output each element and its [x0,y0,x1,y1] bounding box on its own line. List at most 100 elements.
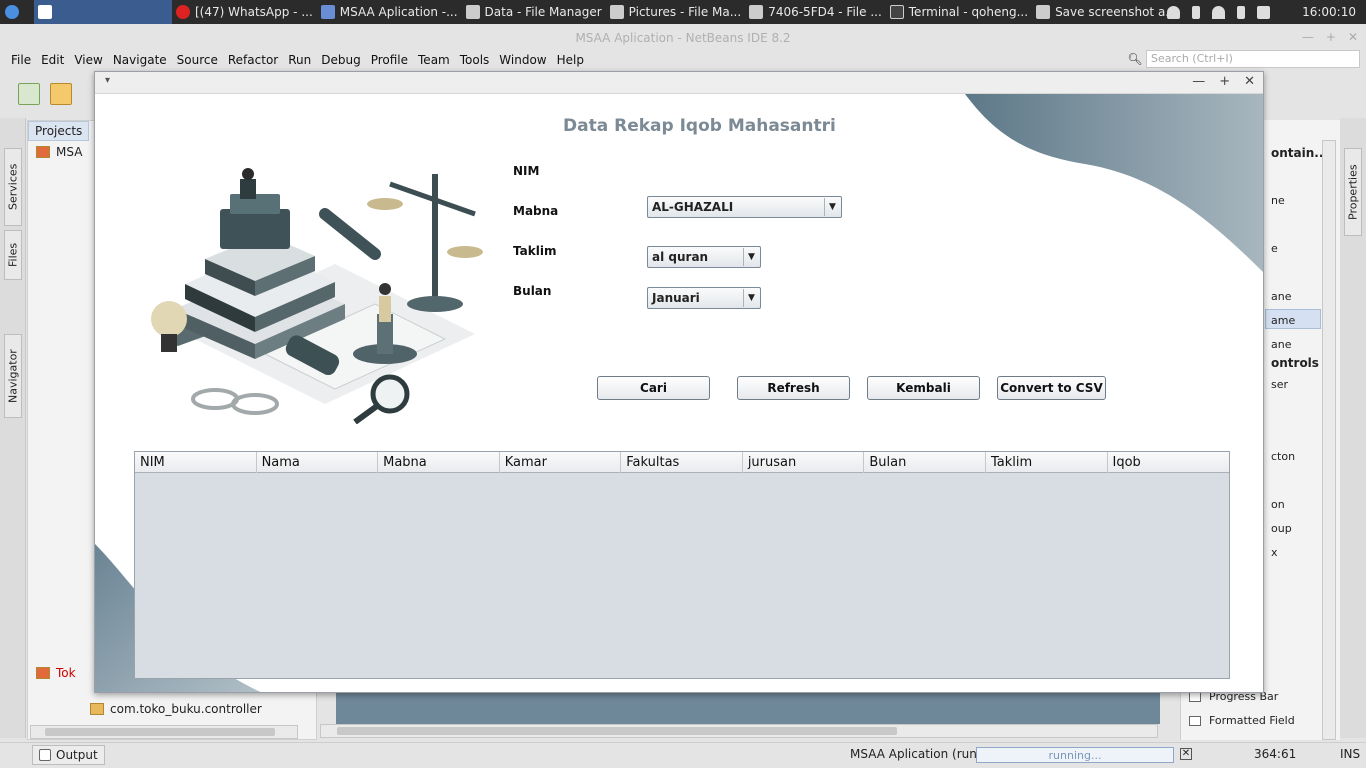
table-body[interactable] [135,473,1229,678]
palette-item[interactable]: ne [1271,194,1285,207]
label-mabna: Mabna [513,204,559,218]
menu-tools[interactable]: Tools [455,53,495,67]
taklim-select-value: al quran [652,250,709,264]
menu-source[interactable]: Source [172,53,223,67]
palette-item[interactable]: oup [1271,522,1292,535]
cancel-task-icon[interactable]: ✕ [1180,748,1192,760]
bulan-select-value: Januari [652,291,700,305]
menu-refactor[interactable]: Refactor [223,53,283,67]
column-header-bulan[interactable]: Bulan [864,452,986,473]
tree-item-toko-project[interactable]: Tok [36,664,76,682]
chevron-down-icon[interactable]: ▼ [824,198,840,216]
bell-icon[interactable] [1167,5,1181,19]
taskbar-item-terminal[interactable]: Terminal - qoheng... [886,0,1032,24]
column-header-fakultas[interactable]: Fakultas [621,452,743,473]
taskbar-item-whatsapp[interactable]: [(47) WhatsApp - ... [172,0,317,24]
new-file-icon[interactable] [18,83,40,105]
palette-item[interactable]: x [1271,546,1278,559]
menu-window[interactable]: Window [494,53,551,67]
column-header-iqob[interactable]: Iqob [1108,452,1230,473]
terminal-icon [889,5,904,19]
taskbar-item-pictures[interactable]: Pictures - File Ma... [606,0,746,24]
close-icon[interactable]: ✕ [1348,30,1358,44]
new-project-icon[interactable] [50,83,72,105]
tab-projects[interactable]: Projects [28,121,90,141]
column-header-mabna[interactable]: Mabna [378,452,500,473]
palette-item[interactable]: cton [1271,450,1295,463]
taskbar-item-drive[interactable]: 7406-5FD4 - File ... [745,0,886,24]
search-input[interactable]: Search (Ctrl+I) [1146,50,1360,68]
chevron-down-icon[interactable]: ▼ [743,248,759,266]
window-menu-icon[interactable]: ▾ [105,75,110,86]
column-header-kamar[interactable]: Kamar [500,452,622,473]
palette-item[interactable]: ane [1271,290,1291,303]
scroll-thumb[interactable] [337,727,897,735]
clock[interactable]: 16:00:10 [1302,5,1356,19]
taklim-select[interactable]: al quran ▼ [647,246,761,268]
scroll-thumb[interactable] [45,728,275,736]
caret-position: 364:61 [1254,747,1297,761]
wifi-icon[interactable] [1212,5,1226,19]
menu-profile[interactable]: Profile [366,53,413,67]
taskbar-item-screenshot[interactable]: Save screenshot a... [1032,0,1181,24]
editor-hscrollbar[interactable] [320,724,1158,738]
cari-button[interactable]: Cari [597,376,710,400]
msaa-app-window: ▾ — + ✕ Data Rekap Iqob Mahasantri NIM M… [94,71,1264,693]
camera-icon [1036,5,1051,19]
menu-team[interactable]: Team [413,53,455,67]
menu-file[interactable]: File [6,53,36,67]
minimize-icon[interactable]: — [1192,74,1205,89]
taskbar-item-label: Pictures - File Ma... [628,5,742,19]
palette-item[interactable]: e [1271,242,1278,255]
bulan-select[interactable]: Januari ▼ [647,287,761,309]
menu-debug[interactable]: Debug [316,53,365,67]
battery-icon[interactable] [1237,5,1246,19]
tab-properties[interactable]: Properties [1344,148,1362,236]
menu-navigate[interactable]: Navigate [108,53,172,67]
minimize-icon[interactable]: — [1302,30,1314,44]
menu-view[interactable]: View [69,53,107,67]
maximize-icon[interactable]: + [1326,30,1336,44]
chevron-down-icon[interactable]: ▼ [743,289,759,307]
maximize-icon[interactable]: + [1219,74,1230,89]
tab-services[interactable]: Services [4,148,22,226]
column-header-taklim[interactable]: Taklim [986,452,1108,473]
column-header-nim[interactable]: NIM [135,452,257,473]
taskbar-item-msaa[interactable]: MSAA Aplication -... [317,0,462,24]
tab-output[interactable]: Output [32,745,105,765]
kembali-button[interactable]: Kembali [867,376,980,400]
bluetooth-icon[interactable] [1192,5,1201,19]
tree-item-controller-package[interactable]: com.toko_buku.controller [90,700,262,718]
picture-icon [609,5,624,19]
palette-category[interactable]: ontain... [1271,146,1328,160]
app-menu-button[interactable] [0,0,24,24]
column-header-nama[interactable]: Nama [257,452,379,473]
taskbar-item-data-files[interactable]: Data - File Manager [462,0,606,24]
mabna-select[interactable]: AL-GHAZALI ▼ [647,196,842,218]
palette-item-formatted-field[interactable]: Formatted Field [1189,714,1295,727]
palette-vscrollbar[interactable] [1322,140,1336,740]
tree-item-msa-project[interactable]: MSA [36,143,82,161]
search-icon[interactable]: 🔍︎ [1124,52,1146,66]
menu-run[interactable]: Run [283,53,316,67]
taskbar-item-active[interactable] [34,0,172,24]
palette-category[interactable]: ontrols [1271,356,1319,370]
palette-item[interactable]: ane [1271,338,1291,351]
tab-navigator[interactable]: Navigator [4,334,22,418]
run-progress-bar[interactable]: running... [976,747,1174,763]
refresh-button[interactable]: Refresh [737,376,850,400]
palette-item[interactable]: on [1271,498,1285,511]
convert-csv-button[interactable]: Convert to CSV [997,376,1106,400]
volume-icon[interactable] [1257,5,1271,19]
projects-hscrollbar[interactable] [30,725,298,739]
column-header-jurusan[interactable]: jurusan [743,452,865,473]
close-icon[interactable]: ✕ [1244,74,1255,89]
menu-help[interactable]: Help [552,53,589,67]
taskbar-item-label: MSAA Aplication -... [339,5,458,19]
tab-files[interactable]: Files [4,230,22,280]
palette-item[interactable]: ame [1271,314,1295,327]
palette-item[interactable]: ser [1271,378,1288,391]
tree-item-label: MSA [56,145,83,159]
menu-edit[interactable]: Edit [36,53,69,67]
formatted-field-icon [1189,715,1201,726]
